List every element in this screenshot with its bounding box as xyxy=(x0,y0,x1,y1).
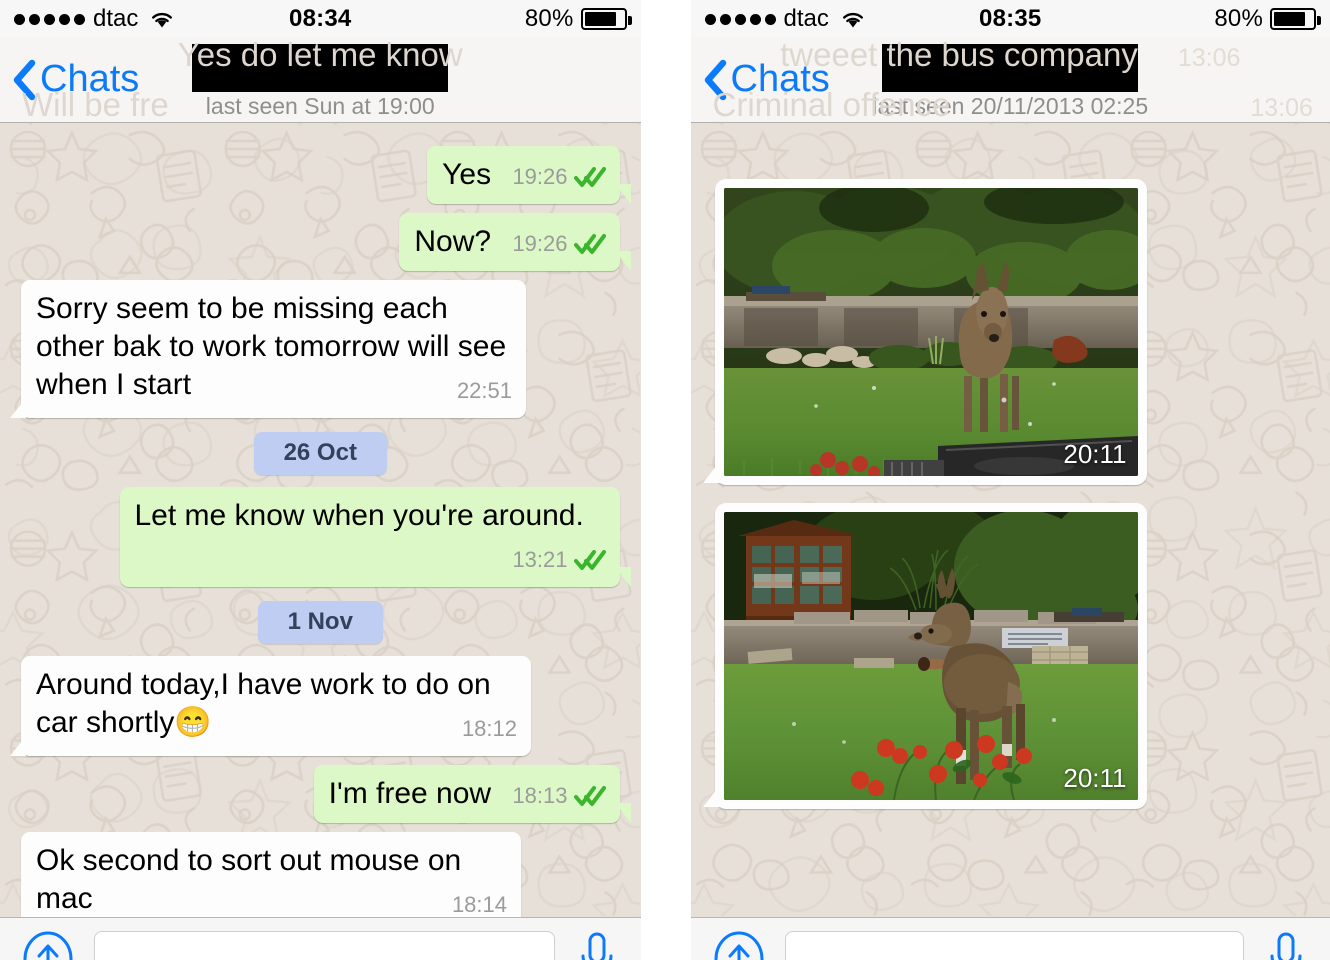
message-time: 19:26 xyxy=(512,231,568,256)
message-input-field[interactable] xyxy=(94,931,555,960)
message-input-bar xyxy=(690,917,1330,960)
message-row[interactable]: Now? 19:26 xyxy=(10,213,631,271)
chat-message-list[interactable]: 20:11 20:11 xyxy=(690,123,1330,917)
battery-icon xyxy=(580,8,632,30)
back-to-chats-button[interactable]: Chats xyxy=(12,59,139,101)
microphone-icon[interactable] xyxy=(575,930,619,960)
photo-timestamp: 20:11 xyxy=(1063,763,1127,793)
status-left-group: dtac xyxy=(704,5,866,33)
arrow-up-circle-icon[interactable] xyxy=(713,931,765,960)
navigation-bar: tweeet the bus company 13:06 Criminal off… xyxy=(690,36,1330,123)
message-bubble-photo[interactable]: 20:11 xyxy=(702,179,1147,485)
message-meta: 18:12 xyxy=(462,710,517,748)
message-text: Sorry seem to be missing each other bak … xyxy=(36,292,507,401)
deer-garden-photo-1 xyxy=(723,188,1138,476)
message-row[interactable]: 20:11 xyxy=(701,503,1321,809)
message-meta: 19:26 xyxy=(512,158,606,196)
message-time: 18:12 xyxy=(461,716,517,741)
message-bubble-outgoing[interactable]: Now? 19:26 xyxy=(399,213,631,271)
message-bubble-outgoing[interactable]: Yes 19:26 xyxy=(427,146,631,204)
arrow-up-circle-icon[interactable] xyxy=(22,931,74,960)
navigation-bar: Yes do let me know Will be fre Chats las… xyxy=(0,36,641,123)
message-meta: 18:13 xyxy=(512,777,606,815)
battery-percent-label: 80% xyxy=(524,5,574,32)
message-text: Now? xyxy=(414,225,492,258)
contact-name-redaction-bar xyxy=(882,44,1139,92)
message-text: I'm free now xyxy=(328,777,492,810)
status-right-group: 80% xyxy=(524,5,632,33)
carrier-label: dtac xyxy=(783,5,829,32)
message-bubble-photo[interactable]: 20:11 xyxy=(702,503,1147,809)
battery-percent-label: 80% xyxy=(1214,5,1263,32)
date-chip-label: 26 Oct xyxy=(253,432,387,475)
message-time: 22:51 xyxy=(456,378,512,403)
contact-name-redaction-bar xyxy=(192,44,449,92)
status-bar: dtac 08:35 80% xyxy=(690,0,1330,38)
date-chip-label: 1 Nov xyxy=(257,601,383,644)
message-row[interactable]: I'm free now 18:13 xyxy=(10,765,631,823)
microphone-icon[interactable] xyxy=(1264,930,1308,960)
photo-thumbnail-deer-facing-camera[interactable]: 20:11 xyxy=(723,188,1138,476)
double-check-icon xyxy=(573,234,606,254)
wifi-icon xyxy=(842,12,863,28)
message-row[interactable]: Around today,I have work to do on car sh… xyxy=(10,656,631,756)
message-time: 18:13 xyxy=(512,783,568,808)
message-row[interactable]: Ok second to sort out mouse on mac 18:14 xyxy=(10,832,631,917)
chat-message-list[interactable]: Yes 19:26 Now? 19:26 Sorry seem to be mi… xyxy=(0,123,641,917)
deer-garden-photo-2 xyxy=(723,512,1138,800)
date-divider: 26 Oct xyxy=(10,432,631,475)
status-bar: dtac 08:34 80% xyxy=(0,0,641,38)
messages-container: 20:11 20:11 xyxy=(691,179,1330,809)
message-meta: 18:14 xyxy=(452,886,507,917)
date-divider: 1 Nov xyxy=(10,601,631,644)
message-text: Ok second to sort out mouse on mac xyxy=(36,844,462,915)
back-to-chats-button[interactable]: Chats xyxy=(703,59,830,101)
message-row[interactable]: Sorry seem to be missing each other bak … xyxy=(10,280,631,418)
dual-screenshot-stage: dtac 08:34 80% Yes do let me know Will b… xyxy=(0,0,1330,960)
message-input-bar xyxy=(0,917,641,960)
message-row[interactable]: 20:11 xyxy=(701,179,1321,485)
double-check-icon xyxy=(573,167,606,187)
chevron-left-icon xyxy=(704,59,726,101)
message-bubble-incoming[interactable]: Around today,I have work to do on car sh… xyxy=(10,656,531,756)
message-time: 18:14 xyxy=(451,892,507,917)
photo-thumbnail-deer-near-shed[interactable]: 20:11 xyxy=(723,512,1138,800)
message-bubble-outgoing[interactable]: Let me know when you're around. 13:21 xyxy=(119,487,631,587)
message-row[interactable]: Yes 19:26 xyxy=(10,146,631,204)
signal-strength-icon xyxy=(704,13,776,25)
double-check-icon xyxy=(573,786,606,806)
message-time: 19:26 xyxy=(512,164,568,189)
back-button-label: Chats xyxy=(40,58,140,100)
message-input-field[interactable] xyxy=(784,931,1244,960)
double-check-icon xyxy=(573,550,606,570)
message-meta: 22:51 xyxy=(457,372,512,410)
message-time: 13:21 xyxy=(512,547,568,572)
phone-screenshot-left: dtac 08:34 80% Yes do let me know Will b… xyxy=(0,0,641,960)
message-bubble-outgoing[interactable]: I'm free now 18:13 xyxy=(313,765,631,823)
message-row[interactable]: Let me know when you're around. 13:21 xyxy=(10,487,631,587)
message-meta: 19:26 xyxy=(512,225,606,263)
status-right-group: 80% xyxy=(1214,5,1321,33)
message-text: Let me know when you're around. xyxy=(134,499,584,532)
photo-timestamp: 20:11 xyxy=(1063,439,1127,469)
status-left-group: dtac xyxy=(14,5,175,33)
back-button-label: Chats xyxy=(730,58,830,100)
wifi-icon xyxy=(152,12,173,28)
message-text: Around today,I have work to do on car sh… xyxy=(36,668,491,739)
carrier-label: dtac xyxy=(93,5,139,32)
phone-screenshot-right: dtac 08:35 80% tweeet the bus company 13:… xyxy=(690,0,1330,960)
message-bubble-incoming[interactable]: Sorry seem to be missing each other bak … xyxy=(10,280,526,418)
battery-icon xyxy=(1270,8,1321,30)
signal-strength-icon xyxy=(14,13,85,25)
message-text: Yes xyxy=(442,158,492,191)
message-bubble-incoming[interactable]: Ok second to sort out mouse on mac 18:14 xyxy=(10,832,521,917)
messages-container: Yes 19:26 Now? 19:26 Sorry seem to be mi… xyxy=(0,146,641,917)
message-meta: 13:21 xyxy=(512,541,606,579)
chevron-left-icon xyxy=(13,59,36,101)
